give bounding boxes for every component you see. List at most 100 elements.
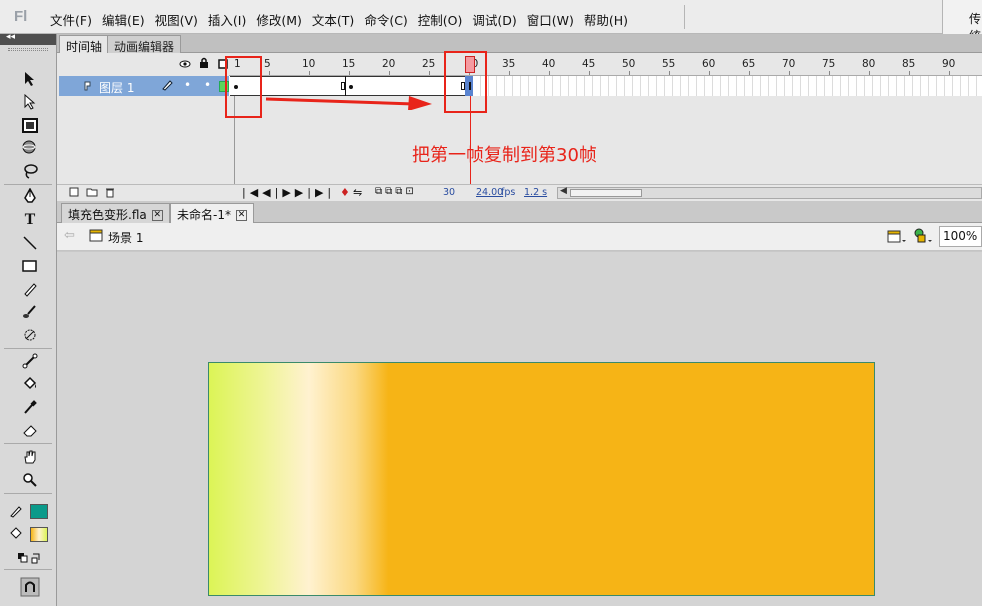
workspace-switcher[interactable]: 传统 — [942, 0, 982, 43]
playback-controls[interactable]: |◀◀|▶▶|▶| — [242, 186, 335, 199]
text-tool-icon[interactable]: T — [19, 209, 41, 231]
edit-scene-icon[interactable] — [887, 228, 907, 247]
tab-motion-editor[interactable]: 动画编辑器 — [107, 35, 182, 54]
ruler-tick — [589, 71, 590, 75]
brush-tool-icon[interactable] — [19, 301, 41, 323]
selection-tool-icon[interactable] — [19, 68, 41, 90]
elapsed-time[interactable]: 1.2 s — [524, 187, 547, 198]
new-layer-icon[interactable] — [69, 187, 79, 200]
tools-divider — [4, 493, 52, 494]
hand-tool-icon[interactable] — [19, 446, 41, 468]
new-folder-icon[interactable] — [86, 187, 98, 200]
lock-icon[interactable] — [199, 57, 209, 72]
free-transform-tool-icon[interactable] — [19, 114, 41, 136]
pen-tool-icon[interactable] — [19, 186, 41, 208]
ruler-tick — [669, 71, 670, 75]
scroll-left-icon[interactable]: ◀ — [560, 186, 567, 196]
ruler-label: 20 — [382, 58, 396, 70]
tools-divider — [4, 348, 52, 349]
doc-tab-2[interactable]: 未命名-1* ✕ — [170, 203, 254, 223]
ruler-tick — [389, 71, 390, 75]
ruler-label: 25 — [422, 58, 436, 70]
doc-tab-label: 填充色变形.fla — [68, 208, 147, 222]
pencil-tool-icon[interactable] — [19, 278, 41, 300]
timeline-tabbar: 时间轴 动画编辑器 — [57, 34, 982, 54]
snap-to-objects-icon[interactable] — [19, 576, 41, 598]
edit-pencil-icon — [161, 79, 173, 94]
close-icon[interactable]: ✕ — [235, 210, 247, 221]
lock-dot-icon[interactable]: • — [204, 78, 211, 92]
tools-divider — [4, 569, 52, 570]
current-frame[interactable]: 30 — [443, 187, 455, 198]
menu-commands[interactable]: 命令(C) — [364, 10, 415, 29]
tab-timeline[interactable]: 时间轴 — [59, 35, 110, 54]
menu-items: 文件(F) 编辑(E) 视图(V) 插入(I) 修改(M) 文本(T) 命令(C… — [50, 10, 636, 29]
tools-collapse-button[interactable]: ◂◂ — [0, 32, 56, 45]
clapperboard-icon — [89, 228, 103, 245]
layer-name-cell[interactable]: 图层 1 • • — [59, 76, 229, 96]
timeline-h-scrollbar[interactable]: ◀ — [557, 186, 982, 199]
doc-tab-label: 未命名-1* — [177, 208, 231, 222]
frame-rate-unit: fps — [501, 187, 516, 198]
delete-layer-icon[interactable] — [105, 187, 115, 201]
zoom-input[interactable]: 100% — [939, 226, 982, 247]
ruler-tick — [429, 71, 430, 75]
back-arrow-icon[interactable]: ⇦ — [64, 228, 75, 243]
tools-grip[interactable] — [8, 48, 48, 51]
loop-icon[interactable]: ⇋ — [353, 186, 362, 199]
onion-skin-icons[interactable]: ⧉⧉⧉⊡ — [375, 186, 417, 197]
ruler-label: 45 — [582, 58, 596, 70]
deco-tool-icon[interactable] — [19, 324, 41, 346]
ruler-tick — [549, 71, 550, 75]
subselection-tool-icon[interactable] — [19, 91, 41, 113]
annotation-box-frame-30 — [444, 51, 487, 113]
scene-bar: ⇦ 场景 1 100% — [57, 223, 982, 251]
lasso-tool-icon[interactable] — [19, 160, 41, 182]
show-hide-eye-icon[interactable] — [179, 58, 191, 72]
3d-rotation-tool-icon[interactable] — [19, 137, 41, 159]
scroll-thumb[interactable] — [570, 189, 642, 197]
menu-view[interactable]: 视图(V) — [155, 10, 206, 29]
empty-frames[interactable] — [473, 76, 982, 96]
stroke-color-swatch[interactable] — [30, 504, 48, 519]
fill-color-swatch[interactable] — [30, 527, 48, 542]
close-icon[interactable]: ✕ — [151, 210, 163, 221]
bone-tool-icon[interactable] — [19, 350, 41, 372]
paint-bucket-tool-icon[interactable] — [19, 373, 41, 395]
annotation-arrow — [265, 96, 432, 110]
ruler-label: 65 — [742, 58, 756, 70]
keyframe-dot[interactable] — [349, 85, 353, 89]
frame-rate[interactable]: 24.00 — [476, 187, 503, 198]
stroke-color-icon — [8, 500, 24, 522]
doc-tab-1[interactable]: 填充色变形.fla ✕ — [61, 203, 170, 223]
edit-symbols-icon[interactable] — [912, 227, 934, 248]
menu-modify[interactable]: 修改(M) — [256, 10, 310, 29]
menu-help[interactable]: 帮助(H) — [584, 10, 636, 29]
timeline-statusbar: |◀◀|▶▶|▶| ♦ ⇋ ⧉⧉⧉⊡ 30 24.00 fps 1.2 s ◀ — [57, 184, 982, 201]
menu-file[interactable]: 文件(F) — [50, 10, 100, 29]
center-frame-icon[interactable]: ♦ — [340, 186, 350, 199]
ruler-label: 90 — [942, 58, 956, 70]
swap-colors-icon[interactable] — [12, 546, 48, 568]
menu-insert[interactable]: 插入(I) — [208, 10, 254, 29]
zoom-tool-icon[interactable] — [19, 469, 41, 491]
menu-text[interactable]: 文本(T) — [312, 10, 362, 29]
line-tool-icon[interactable] — [19, 232, 41, 254]
menu-window[interactable]: 窗口(W) — [527, 10, 582, 29]
visibility-dot-icon[interactable]: • — [184, 78, 191, 92]
ruler-label: 60 — [702, 58, 716, 70]
rectangle-tool-icon[interactable] — [19, 255, 41, 277]
menu-debug[interactable]: 调试(D) — [472, 10, 524, 29]
menu-control[interactable]: 控制(O) — [418, 10, 471, 29]
menu-edit[interactable]: 编辑(E) — [102, 10, 153, 29]
eraser-tool-icon[interactable] — [19, 419, 41, 441]
ruler-tick — [789, 71, 790, 75]
tools-divider — [4, 443, 52, 444]
scene-label[interactable]: 场景 1 — [108, 229, 143, 246]
ruler-label: 5 — [264, 58, 271, 70]
gradient-rectangle-shape[interactable] — [208, 362, 875, 596]
frame-ruler[interactable]: 1 5 10 15 20 25 30 35 40 45 50 55 60 65 … — [229, 54, 982, 76]
ruler-tick — [309, 71, 310, 75]
ruler-tick — [829, 71, 830, 75]
eyedropper-tool-icon[interactable] — [19, 396, 41, 418]
